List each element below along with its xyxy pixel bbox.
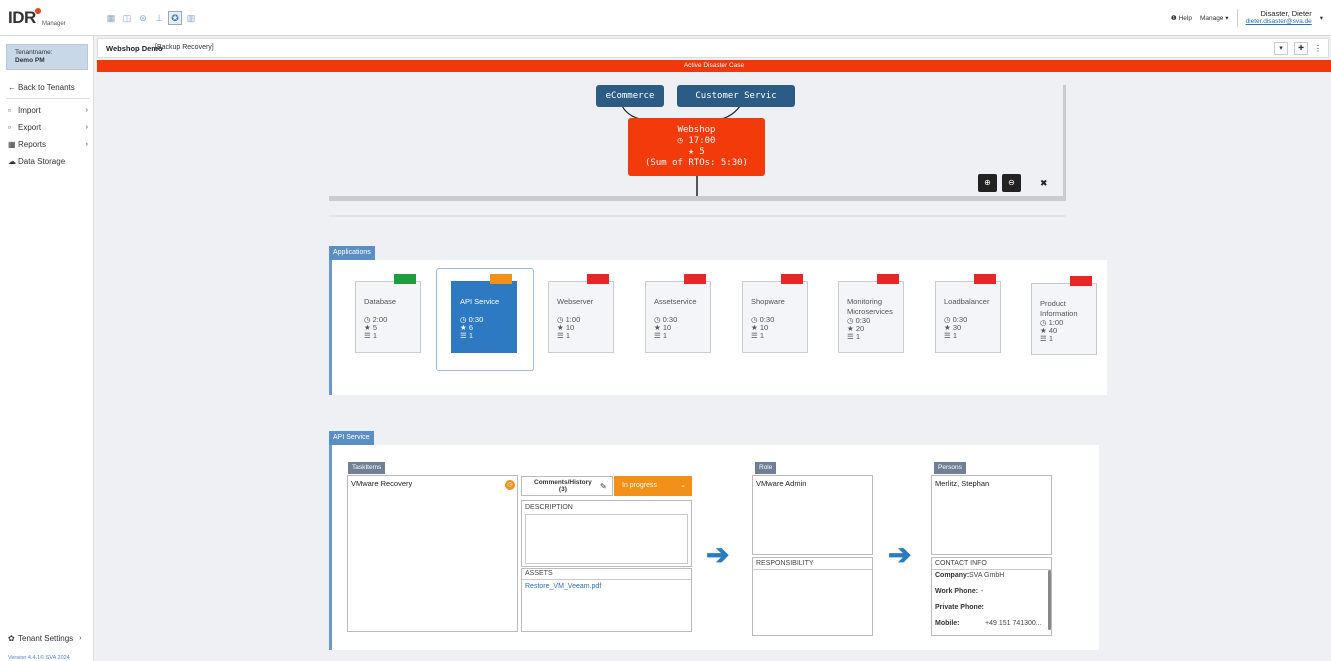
taskitems-list: VMware Recovery ◷ [347, 475, 518, 632]
zoom-out-button[interactable]: ⊖ [1002, 174, 1021, 192]
app-name: Product Information [1040, 299, 1078, 318]
divider [522, 579, 691, 580]
app-stat-count: ☰ 1 [654, 331, 667, 340]
contact-row: Work Phone: - [935, 588, 984, 595]
contact-row: Private Phone: - [935, 604, 985, 611]
app-name: Assetservice [654, 297, 697, 306]
tab-applications[interactable]: Applications [329, 246, 375, 260]
divider [932, 569, 1051, 570]
list-icon: ☰ [364, 331, 373, 340]
app-stat-count: ☰ 1 [751, 331, 764, 340]
app-stat-count: ☰ 1 [847, 332, 860, 341]
responsibility-box: RESPONSIBILITY [752, 557, 873, 636]
graph-node-webshop[interactable]: Webshop ◷ 17:00 ★ 5 (Sum of RTOs: 5:30) [628, 118, 765, 176]
graph-node-ecommerce[interactable]: eCommerce [596, 85, 664, 107]
app-card[interactable]: Product Information ◷ 1:00 ★ 40 ☰ 1 [1031, 276, 1097, 355]
comments-history-button[interactable]: Comments/History (3) ✎ [521, 476, 613, 496]
list-icon: ☰ [847, 332, 856, 341]
app-stat-count: ☰ 1 [364, 331, 377, 340]
app-name: Database [364, 297, 397, 306]
asset-file-link[interactable]: Restore_VM_Veeam.pdf [525, 583, 601, 590]
status-flag [490, 274, 512, 284]
edit-icon[interactable]: ✎ [600, 482, 607, 491]
app-name: Monitoring Microservices [847, 297, 893, 316]
list-icon: ☰ [751, 331, 760, 340]
app-card[interactable]: Database ◷ 2:00 ★ 5 ☰ 1 [355, 274, 421, 353]
scrollbar[interactable] [1048, 570, 1051, 630]
divider [753, 569, 872, 570]
app-name: API Service [460, 297, 500, 306]
app-card[interactable]: Webserver ◷ 1:00 ★ 10 ☰ 1 [548, 274, 614, 353]
contact-row: Mobile: +49 151 741300... [935, 620, 1042, 627]
list-icon: ☰ [460, 331, 469, 340]
app-card[interactable]: Loadbalancer ◷ 0:30 ★ 30 ☰ 1 [935, 274, 1001, 353]
contact-row: Company: SVA GmbH [935, 572, 1005, 579]
list-icon: ☰ [654, 331, 663, 340]
status-dropdown[interactable]: In progress ⌄ [614, 476, 692, 496]
arrow-right-icon: ➔ [888, 539, 912, 570]
description-box[interactable]: DESCRIPTION [521, 500, 692, 567]
status-flag [877, 274, 899, 284]
app-stat-count: ☰ 1 [944, 331, 957, 340]
app-stat-count: ☰ 1 [557, 331, 570, 340]
tab-api-service[interactable]: API Service [329, 431, 374, 445]
persons-list: Merlitz, Stephan [931, 475, 1052, 555]
graph-node-customer-service[interactable]: Customer Servic [677, 85, 795, 107]
close-graph-button[interactable]: ✖ [1040, 178, 1048, 189]
status-flag [1070, 276, 1092, 286]
status-dot-icon: ◷ [505, 480, 515, 490]
list-icon: ☰ [944, 331, 953, 340]
chevron-down-icon: ⌄ [680, 482, 686, 489]
status-flag [394, 274, 416, 284]
app-card[interactable]: Assetservice ◷ 0:30 ★ 10 ☰ 1 [645, 274, 711, 353]
role-list: VMware Admin [752, 475, 873, 555]
person-item[interactable]: Merlitz, Stephan [935, 479, 989, 488]
role-item[interactable]: VMware Admin [756, 479, 806, 488]
status-flag [587, 274, 609, 284]
app-stat-count: ☰ 1 [460, 331, 473, 340]
persons-tab[interactable]: Persons [934, 462, 966, 474]
app-card[interactable]: Monitoring Microservices ◷ 0:30 ★ 20 ☰ 1 [838, 274, 904, 353]
app-name: Webserver [557, 297, 594, 306]
app-name: Loadbalancer [944, 297, 990, 306]
description-field[interactable] [525, 514, 688, 564]
status-flag [974, 274, 996, 284]
app-stat-count: ☰ 1 [1040, 334, 1053, 343]
assets-box: ASSETS Restore_VM_Veeam.pdf [521, 568, 692, 632]
app-card[interactable]: API Service ◷ 0:30 ★ 6 ☰ 1 [451, 274, 517, 353]
role-tab[interactable]: Role [755, 462, 777, 474]
status-flag [684, 274, 706, 284]
contact-info-box: CONTACT INFO Company: SVA GmbH Work Phone:… [931, 557, 1052, 636]
zoom-in-button[interactable]: ⊕ [978, 174, 997, 192]
app-card[interactable]: Shopware ◷ 0:30 ★ 10 ☰ 1 [742, 274, 808, 353]
list-icon: ☰ [557, 331, 566, 340]
task-item[interactable]: VMware Recovery [351, 479, 412, 488]
taskitems-tab[interactable]: TaskItems [348, 462, 386, 474]
app-name: Shopware [751, 297, 785, 306]
clock-icon: ◷ [677, 136, 683, 146]
arrow-right-icon: ➔ [706, 539, 730, 570]
status-flag [781, 274, 803, 284]
star-icon: ★ [688, 147, 694, 157]
list-icon: ☰ [1040, 334, 1049, 343]
